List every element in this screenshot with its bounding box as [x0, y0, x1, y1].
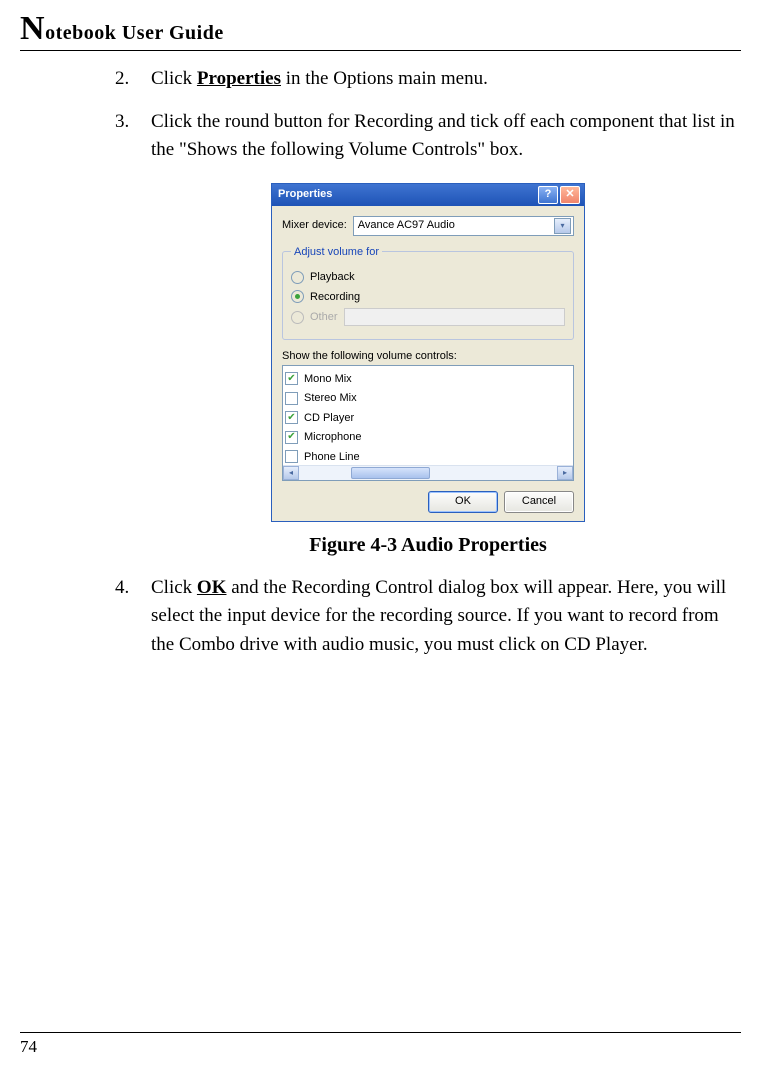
step-number: 4.	[115, 574, 151, 660]
radio-other	[291, 311, 304, 324]
scrollbar[interactable]: ◂ ▸	[283, 465, 573, 480]
adjust-volume-group: Adjust volume for Playback Recording Oth…	[282, 244, 574, 341]
list-item: Phone Line	[285, 449, 571, 466]
mixer-device-select[interactable]: Avance AC97 Audio ▾	[353, 216, 574, 236]
mixer-label: Mixer device:	[282, 217, 347, 234]
content-area: 2. Click Properties in the Options main …	[115, 65, 741, 659]
checkbox-label: Microphone	[304, 429, 361, 446]
step-number: 3.	[115, 108, 151, 165]
radio-playback[interactable]	[291, 271, 304, 284]
checkbox-mono-mix[interactable]	[285, 372, 298, 385]
checkbox-label: CD Player	[304, 410, 354, 427]
radio-recording[interactable]	[291, 290, 304, 303]
checkbox-microphone[interactable]	[285, 431, 298, 444]
page-footer: 74	[20, 1024, 741, 1057]
checkbox-cd-player[interactable]	[285, 411, 298, 424]
step-number: 2.	[115, 65, 151, 94]
header-capital: N	[20, 10, 45, 47]
footer-rule	[20, 1032, 741, 1033]
step-bold: OK	[197, 577, 227, 598]
cancel-button[interactable]: Cancel	[504, 491, 574, 513]
step-text: Click OK and the Recording Control dialo…	[151, 574, 741, 660]
figure-caption: Figure 4-3 Audio Properties	[115, 530, 741, 560]
properties-dialog: Properties ? ✕ Mixer device: Avance AC97…	[271, 183, 585, 522]
close-icon: ✕	[565, 189, 574, 200]
close-button[interactable]: ✕	[560, 186, 580, 204]
list-item: Microphone	[285, 429, 571, 446]
volume-controls-list[interactable]: Mono Mix Stereo Mix CD Player Microphone…	[282, 365, 574, 481]
step-text: Click Properties in the Options main men…	[151, 65, 741, 94]
step-text: Click the round button for Recording and…	[151, 108, 741, 165]
page-number: 74	[20, 1037, 741, 1057]
chevron-down-icon[interactable]: ▾	[554, 218, 571, 234]
scroll-thumb[interactable]	[351, 467, 430, 479]
checkbox-label: Phone Line	[304, 449, 360, 466]
checkbox-phone-line[interactable]	[285, 450, 298, 463]
page-header: Notebook User Guide	[20, 10, 741, 48]
step-bold: Properties	[197, 68, 281, 89]
list-item: CD Player	[285, 410, 571, 427]
help-button[interactable]: ?	[538, 186, 558, 204]
step-3: 3. Click the round button for Recording …	[115, 108, 741, 165]
list-item: Mono Mix	[285, 371, 571, 388]
help-icon: ?	[545, 189, 552, 200]
figure: Properties ? ✕ Mixer device: Avance AC97…	[115, 183, 741, 560]
step-2: 2. Click Properties in the Options main …	[115, 65, 741, 94]
scroll-track[interactable]	[299, 466, 557, 480]
checkbox-label: Stereo Mix	[304, 390, 357, 407]
ok-button[interactable]: OK	[428, 491, 498, 513]
checkbox-stereo-mix[interactable]	[285, 392, 298, 405]
dialog-title-text: Properties	[278, 186, 332, 203]
scroll-left-icon[interactable]: ◂	[283, 466, 299, 480]
dialog-body: Mixer device: Avance AC97 Audio ▾ Adjust…	[272, 206, 584, 521]
header-rest: otebook User Guide	[45, 22, 224, 44]
group-legend: Adjust volume for	[291, 244, 382, 261]
volume-controls-label: Show the following volume controls:	[282, 348, 574, 365]
checkbox-label: Mono Mix	[304, 371, 352, 388]
dialog-titlebar[interactable]: Properties ? ✕	[272, 184, 584, 206]
radio-recording-label: Recording	[310, 289, 360, 306]
step-4: 4. Click OK and the Recording Control di…	[115, 574, 741, 660]
radio-playback-label: Playback	[310, 269, 355, 286]
other-input	[344, 308, 565, 326]
scroll-right-icon[interactable]: ▸	[557, 466, 573, 480]
list-item: Stereo Mix	[285, 390, 571, 407]
header-rule	[20, 50, 741, 51]
radio-other-label: Other	[310, 309, 338, 326]
mixer-device-value: Avance AC97 Audio	[358, 217, 455, 234]
